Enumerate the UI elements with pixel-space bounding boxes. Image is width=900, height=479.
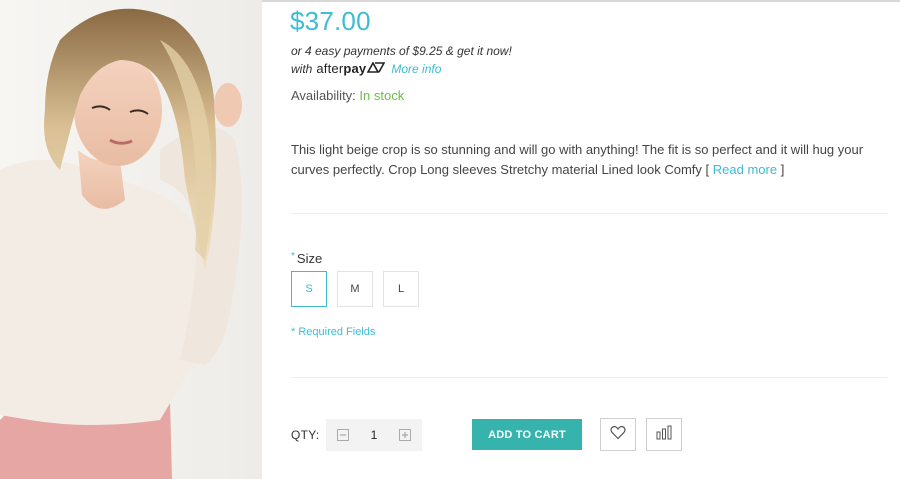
description-text: This light beige crop is so stunning and… xyxy=(291,142,864,177)
read-more-close-bracket: ] xyxy=(780,162,785,177)
size-option-s[interactable]: S xyxy=(291,271,327,307)
minus-box-icon[interactable] xyxy=(336,428,350,442)
top-divider xyxy=(262,0,900,2)
required-fields-note: * Required Fields xyxy=(291,326,376,338)
size-option-l[interactable]: L xyxy=(383,271,419,307)
afterpay-logo: after pay xyxy=(316,61,386,76)
afterpay-installments-text: or 4 easy payments of $9.25 & get it now… xyxy=(291,44,512,58)
size-label-text: Size xyxy=(296,251,323,266)
product-description: This light beige crop is so stunning and… xyxy=(291,140,887,180)
availability-label: Availability: xyxy=(291,88,356,103)
read-more-link[interactable]: Read more xyxy=(713,162,777,177)
afterpay-logo-light: after xyxy=(316,61,344,76)
required-marker: * xyxy=(291,251,295,262)
add-to-cart-button[interactable]: ADD TO CART xyxy=(472,419,582,450)
size-label: * Size xyxy=(291,251,322,266)
plus-box-icon[interactable] xyxy=(398,428,412,442)
size-options: S M L xyxy=(291,271,419,307)
wishlist-button[interactable] xyxy=(600,418,636,451)
size-option-m[interactable]: M xyxy=(337,271,373,307)
product-price: $37.00 xyxy=(290,6,371,36)
divider xyxy=(291,377,887,378)
model-photo-illustration xyxy=(0,0,262,479)
quantity-input[interactable] xyxy=(362,428,386,442)
afterpay-line: with after pay More info xyxy=(291,61,441,76)
quantity-stepper xyxy=(326,419,422,451)
afterpay-more-info-link[interactable]: More info xyxy=(391,62,441,76)
heart-icon xyxy=(610,425,626,445)
bar-chart-icon xyxy=(656,425,672,445)
product-image xyxy=(0,0,262,479)
afterpay-arrows-icon xyxy=(367,61,386,76)
read-more-open-bracket: [ xyxy=(705,162,710,177)
stock-status: In stock xyxy=(359,88,405,103)
afterpay-with-text: with xyxy=(291,61,313,76)
qty-label: QTY: xyxy=(291,428,320,442)
availability: Availability: In stock xyxy=(291,88,404,103)
compare-button[interactable] xyxy=(646,418,682,451)
divider xyxy=(291,213,887,214)
afterpay-logo-bold: pay xyxy=(343,61,367,76)
